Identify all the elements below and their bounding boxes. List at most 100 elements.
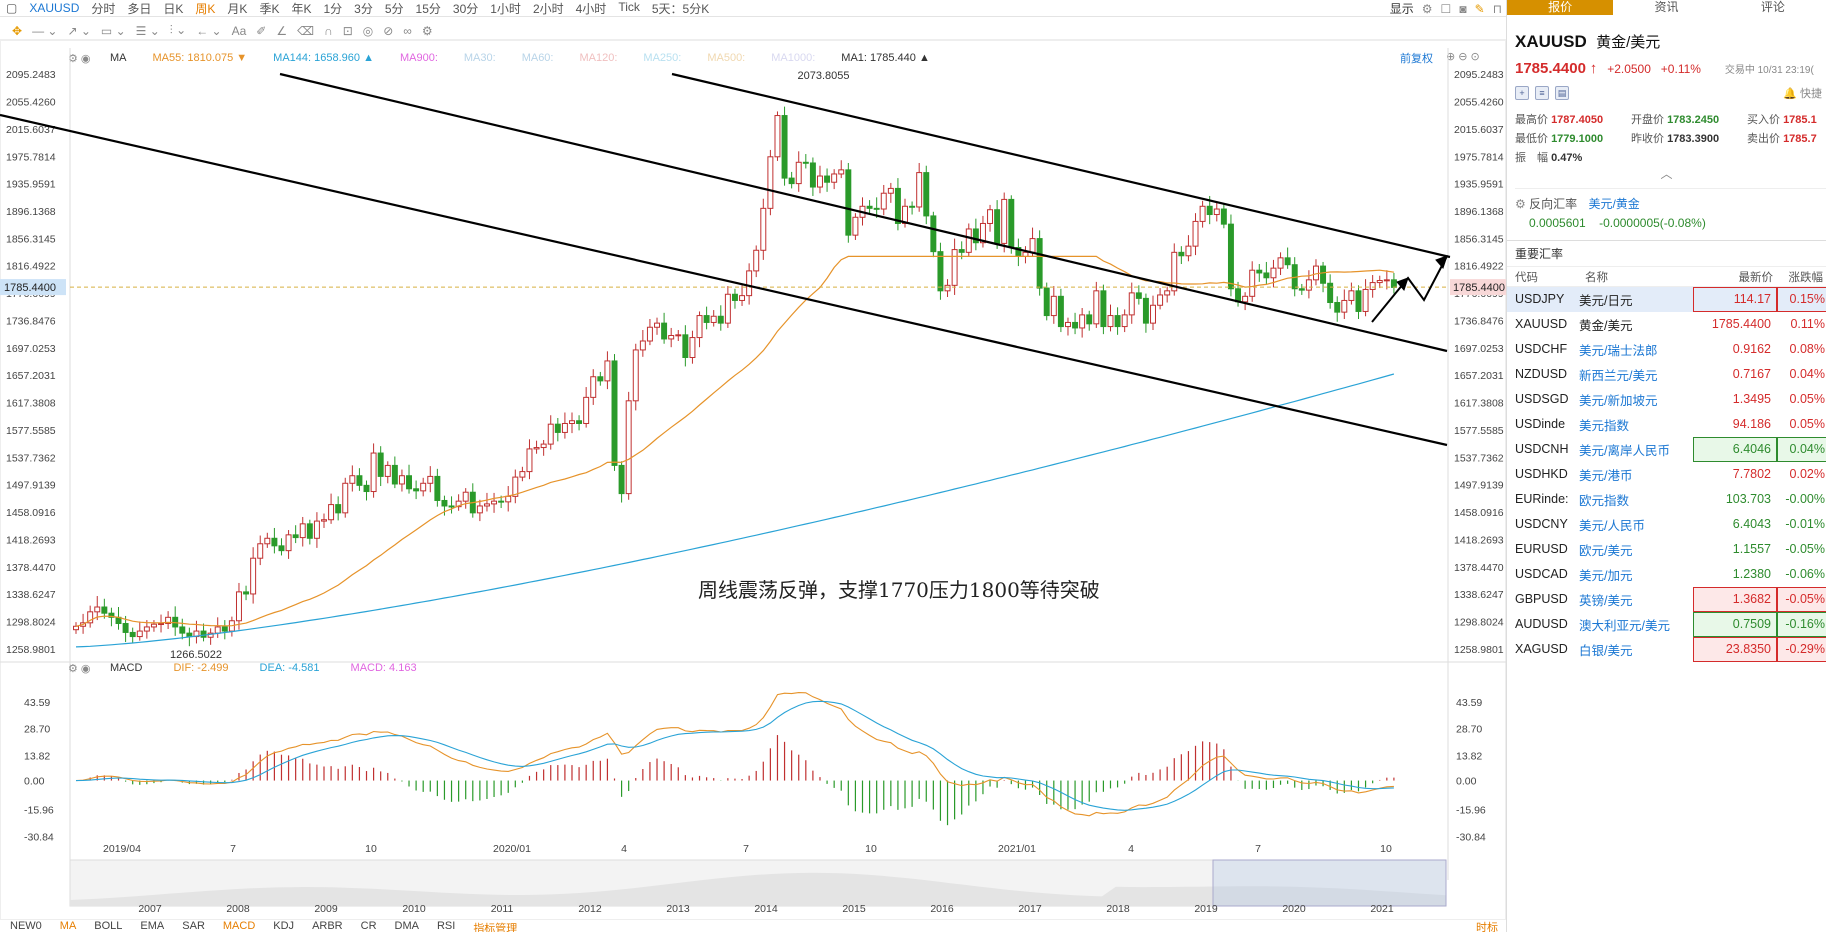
- table-row[interactable]: USDCAD 美元/加元 1.2380 -0.06%: [1507, 562, 1826, 587]
- magnet-icon[interactable]: ∩: [324, 24, 333, 38]
- time-scale-button[interactable]: 时标: [1476, 919, 1498, 932]
- pen-icon[interactable]: ✎: [1475, 2, 1485, 16]
- arrow-tool-icon[interactable]: ← ⌄: [196, 24, 221, 38]
- display-menu[interactable]: 显示: [1390, 0, 1414, 16]
- settings-icon[interactable]: ⚙: [1515, 197, 1526, 211]
- period-tab[interactable]: 2小时: [527, 0, 570, 16]
- candle-body: [753, 249, 760, 272]
- period-tab[interactable]: 3分: [348, 0, 379, 16]
- note-icon[interactable]: ≡: [1535, 86, 1549, 100]
- add-watch-icon[interactable]: +: [1515, 86, 1529, 100]
- macd-tick-left: 43.59: [24, 697, 50, 709]
- indicator-tab[interactable]: KDJ: [273, 920, 294, 932]
- indicator-tab[interactable]: BOLL: [94, 920, 122, 932]
- channel-tool-icon[interactable]: ⫶ ⌄: [170, 23, 186, 38]
- indicator-tab[interactable]: MACD: [223, 920, 255, 932]
- visibility-icon[interactable]: ◎: [363, 24, 373, 38]
- candle-body: [675, 334, 682, 337]
- period-tab[interactable]: 30分: [447, 0, 484, 16]
- forecast-arrow: [1371, 255, 1448, 323]
- col-pct[interactable]: 涨跌幅: [1777, 266, 1826, 287]
- period-tab[interactable]: 15分: [410, 0, 447, 16]
- table-row[interactable]: USDCNH 美元/离岸人民币 6.4046 0.04%: [1507, 436, 1826, 462]
- price-tick-left: 1537.7362: [6, 452, 56, 464]
- price-tick-left: 1816.4922: [6, 261, 56, 273]
- indicator-tab[interactable]: RSI: [437, 920, 455, 932]
- fib-tool-icon[interactable]: ☰ ⌄: [136, 24, 160, 38]
- indicator-tab[interactable]: NEW0: [10, 920, 42, 932]
- reverse-link[interactable]: 美元/黄金: [1588, 197, 1639, 211]
- delete-icon[interactable]: ⊘: [383, 24, 393, 38]
- camera-icon[interactable]: ◙: [1459, 2, 1466, 16]
- link-icon[interactable]: ∞: [403, 24, 412, 38]
- indicator-tab[interactable]: MA: [60, 920, 77, 932]
- price-chart[interactable]: 2095.2483 2095.2483 2055.4260 2055.4260 2015…: [0, 40, 1506, 920]
- indicator-tab[interactable]: SAR: [182, 920, 205, 932]
- table-row[interactable]: NZDUSD 新西兰元/美元 0.7167 0.04%: [1507, 362, 1826, 387]
- table-row[interactable]: USDCHF 美元/瑞士法郎 0.9162 0.08%: [1507, 337, 1826, 362]
- tab-quote[interactable]: 报价: [1507, 0, 1614, 15]
- period-tab[interactable]: 分时: [85, 0, 121, 16]
- stat-value: 1785.7: [1783, 133, 1817, 145]
- symbol-selector[interactable]: XAUUSD: [23, 1, 85, 15]
- code-cell: USDHKD: [1515, 467, 1568, 481]
- table-row[interactable]: USDJPY 美元/日元 114.17 0.15%: [1507, 286, 1826, 312]
- table-row[interactable]: USDSGD 美元/新加坡元 1.3495 0.05%: [1507, 387, 1826, 412]
- indicator-tab[interactable]: DMA: [395, 920, 419, 932]
- candle-body: [150, 623, 157, 628]
- quick-trade-button[interactable]: 🔔 快捷: [1783, 85, 1822, 101]
- indicator-tab[interactable]: 指标管理: [473, 920, 517, 932]
- lock-icon[interactable]: ⊡: [343, 24, 353, 38]
- candle-body: [483, 503, 490, 507]
- col-price[interactable]: 最新价: [1693, 266, 1777, 287]
- erase-icon[interactable]: ⌫: [297, 24, 314, 38]
- window-icon[interactable]: ▢: [0, 1, 23, 15]
- table-row[interactable]: USDHKD 美元/港币 7.7802 0.02%: [1507, 462, 1826, 487]
- table-row[interactable]: AUDUSD 澳大利亚元/美元 0.7509 -0.16%: [1507, 611, 1826, 637]
- text-tool-icon[interactable]: Aa: [232, 24, 247, 38]
- period-tab[interactable]: 5天：5分K: [646, 0, 715, 16]
- collapse-chevron-icon[interactable]: ︿: [1507, 165, 1826, 182]
- col-name[interactable]: 名称: [1577, 266, 1693, 287]
- period-tab[interactable]: 1小时: [484, 0, 527, 16]
- gear-icon[interactable]: ⚙: [422, 24, 433, 38]
- table-row[interactable]: XAUUSD 黄金/美元 1785.4400 0.11%: [1507, 312, 1826, 337]
- table-row[interactable]: USDinde 美元指数 94.186 0.05%: [1507, 412, 1826, 437]
- col-code[interactable]: 代码: [1507, 266, 1577, 287]
- period-tab[interactable]: 5分: [379, 0, 410, 16]
- indicator-tab[interactable]: EMA: [140, 920, 164, 932]
- pin-icon[interactable]: ⊓: [1493, 2, 1502, 16]
- tab-comments[interactable]: 评论: [1720, 0, 1826, 15]
- indicator-tab[interactable]: CR: [361, 920, 377, 932]
- price-tick-right: 1577.5585: [1454, 425, 1504, 437]
- period-tab[interactable]: 月K: [221, 0, 253, 16]
- period-tab[interactable]: 周K: [189, 0, 221, 16]
- table-row[interactable]: XAGUSD 白银/美元 23.8350 -0.29%: [1507, 636, 1826, 662]
- period-tab[interactable]: 日K: [157, 0, 189, 16]
- table-row[interactable]: USDCNY 美元/人民币 6.4043 -0.01%: [1507, 512, 1826, 537]
- line-tool-icon[interactable]: — ⌄: [32, 24, 57, 38]
- macd-settings-icon[interactable]: ⚙ ◉: [68, 662, 91, 675]
- rect-tool-icon[interactable]: ▭ ⌄: [101, 24, 126, 38]
- brush-icon[interactable]: ✐: [256, 24, 266, 38]
- table-row[interactable]: EURUSD 欧元/美元 1.1557 -0.05%: [1507, 537, 1826, 562]
- period-tab[interactable]: 季K: [253, 0, 285, 16]
- tab-news[interactable]: 资讯: [1613, 0, 1719, 15]
- period-tab[interactable]: 多日: [121, 0, 157, 16]
- quick-label: 快捷: [1800, 88, 1822, 100]
- table-row[interactable]: GBPUSD 英镑/美元 1.3682 -0.05%: [1507, 586, 1826, 612]
- ray-tool-icon[interactable]: ↗ ⌄: [67, 24, 90, 38]
- cross-cursor-icon[interactable]: ✥: [12, 24, 22, 38]
- table-row[interactable]: EURinde: 欧元指数 103.703 -0.00%: [1507, 487, 1826, 512]
- checkbox-icon[interactable]: ☐: [1441, 2, 1452, 16]
- period-tab[interactable]: 年K: [285, 0, 317, 16]
- period-tab[interactable]: Tick: [612, 0, 646, 16]
- price-cell: 114.17: [1693, 286, 1777, 312]
- candle-body: [1135, 292, 1142, 299]
- period-tab[interactable]: 1分: [317, 0, 348, 16]
- indicator-tab[interactable]: ARBR: [312, 920, 343, 932]
- ruler-icon[interactable]: ∠: [276, 24, 287, 38]
- chart-icon[interactable]: ▤: [1555, 86, 1569, 100]
- period-tab[interactable]: 4小时: [570, 0, 613, 16]
- settings-icon[interactable]: ⚙: [1422, 2, 1433, 16]
